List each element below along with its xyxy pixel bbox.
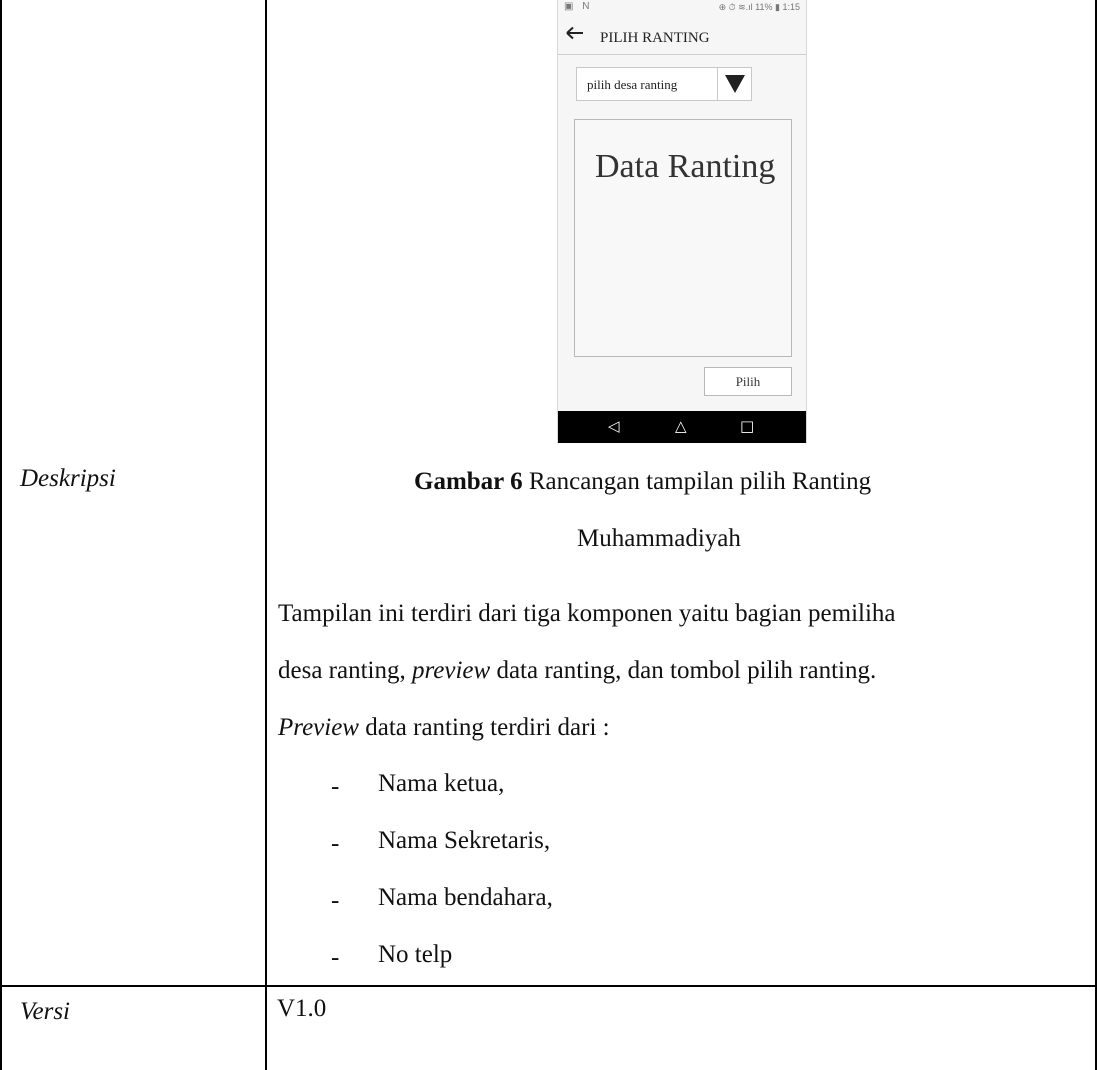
- phone-mockup: ▣ N ⊕ ⏱ ≋.ıl 11% ▮ 1:15 PILIH RANTING pi…: [557, 0, 807, 443]
- triangle-down-icon: [725, 75, 745, 93]
- dropdown-separator: [717, 68, 718, 100]
- nav-home-icon[interactable]: △: [675, 417, 687, 435]
- back-arrow-icon[interactable]: [566, 26, 584, 44]
- figure-caption-line1: Gambar 6 Rancangan tampilan pilih Rantin…: [414, 467, 871, 497]
- description-text: data ranting, dan tombol pilih ranting.: [490, 657, 877, 684]
- figure-number: Gambar 6: [414, 468, 523, 495]
- table-row-divider: [0, 985, 1097, 987]
- description-text: desa ranting,: [278, 657, 412, 684]
- data-ranting-preview: Data Ranting: [574, 119, 792, 357]
- figure-caption-text: Rancangan tampilan pilih Ranting: [522, 468, 872, 495]
- row-label-deskripsi: Deskripsi: [20, 465, 116, 492]
- nav-recents-icon[interactable]: □: [740, 417, 754, 435]
- nav-back-icon[interactable]: ◁: [608, 417, 620, 435]
- notification-icons: ▣ N: [564, 1, 593, 12]
- desa-ranting-dropdown[interactable]: pilih desa ranting: [576, 67, 752, 101]
- table-left-border: [0, 0, 2, 1070]
- app-title: PILIH RANTING: [600, 30, 710, 46]
- list-item: Nama bendahara,: [378, 884, 553, 911]
- table-column-divider: [265, 0, 267, 1070]
- preview-title: Data Ranting: [595, 148, 776, 185]
- list-marker: -: [331, 830, 340, 857]
- status-bar: ▣ N ⊕ ⏱ ≋.ıl 11% ▮ 1:15: [558, 0, 806, 16]
- list-item: No telp: [378, 941, 453, 968]
- row-label-versi: Versi: [20, 998, 70, 1025]
- description-line-3: Preview data ranting terdiri dari :: [278, 713, 610, 743]
- description-emphasis: Preview: [278, 714, 359, 741]
- android-nav-bar: ◁ △ □: [558, 411, 806, 443]
- description-text: data ranting terdiri dari :: [358, 714, 610, 741]
- figure-caption-line2: Muhammadiyah: [577, 525, 741, 552]
- status-indicators: ⊕ ⏱ ≋.ıl 11% ▮ 1:15: [718, 2, 800, 12]
- description-line-1: Tampilan ini terdiri dari tiga komponen …: [278, 600, 896, 627]
- dropdown-value: pilih desa ranting: [587, 77, 678, 92]
- list-marker: -: [331, 887, 340, 914]
- app-bar: PILIH RANTING: [558, 18, 806, 55]
- pilih-button[interactable]: Pilih: [704, 367, 792, 396]
- description-line-2: desa ranting, preview data ranting, dan …: [278, 656, 876, 686]
- list-marker: -: [331, 944, 340, 971]
- description-emphasis: preview: [411, 657, 491, 684]
- list-item: Nama ketua,: [378, 770, 505, 797]
- list-marker: -: [331, 773, 340, 800]
- list-item: Nama Sekretaris,: [378, 827, 551, 854]
- version-value: V1.0: [277, 995, 327, 1022]
